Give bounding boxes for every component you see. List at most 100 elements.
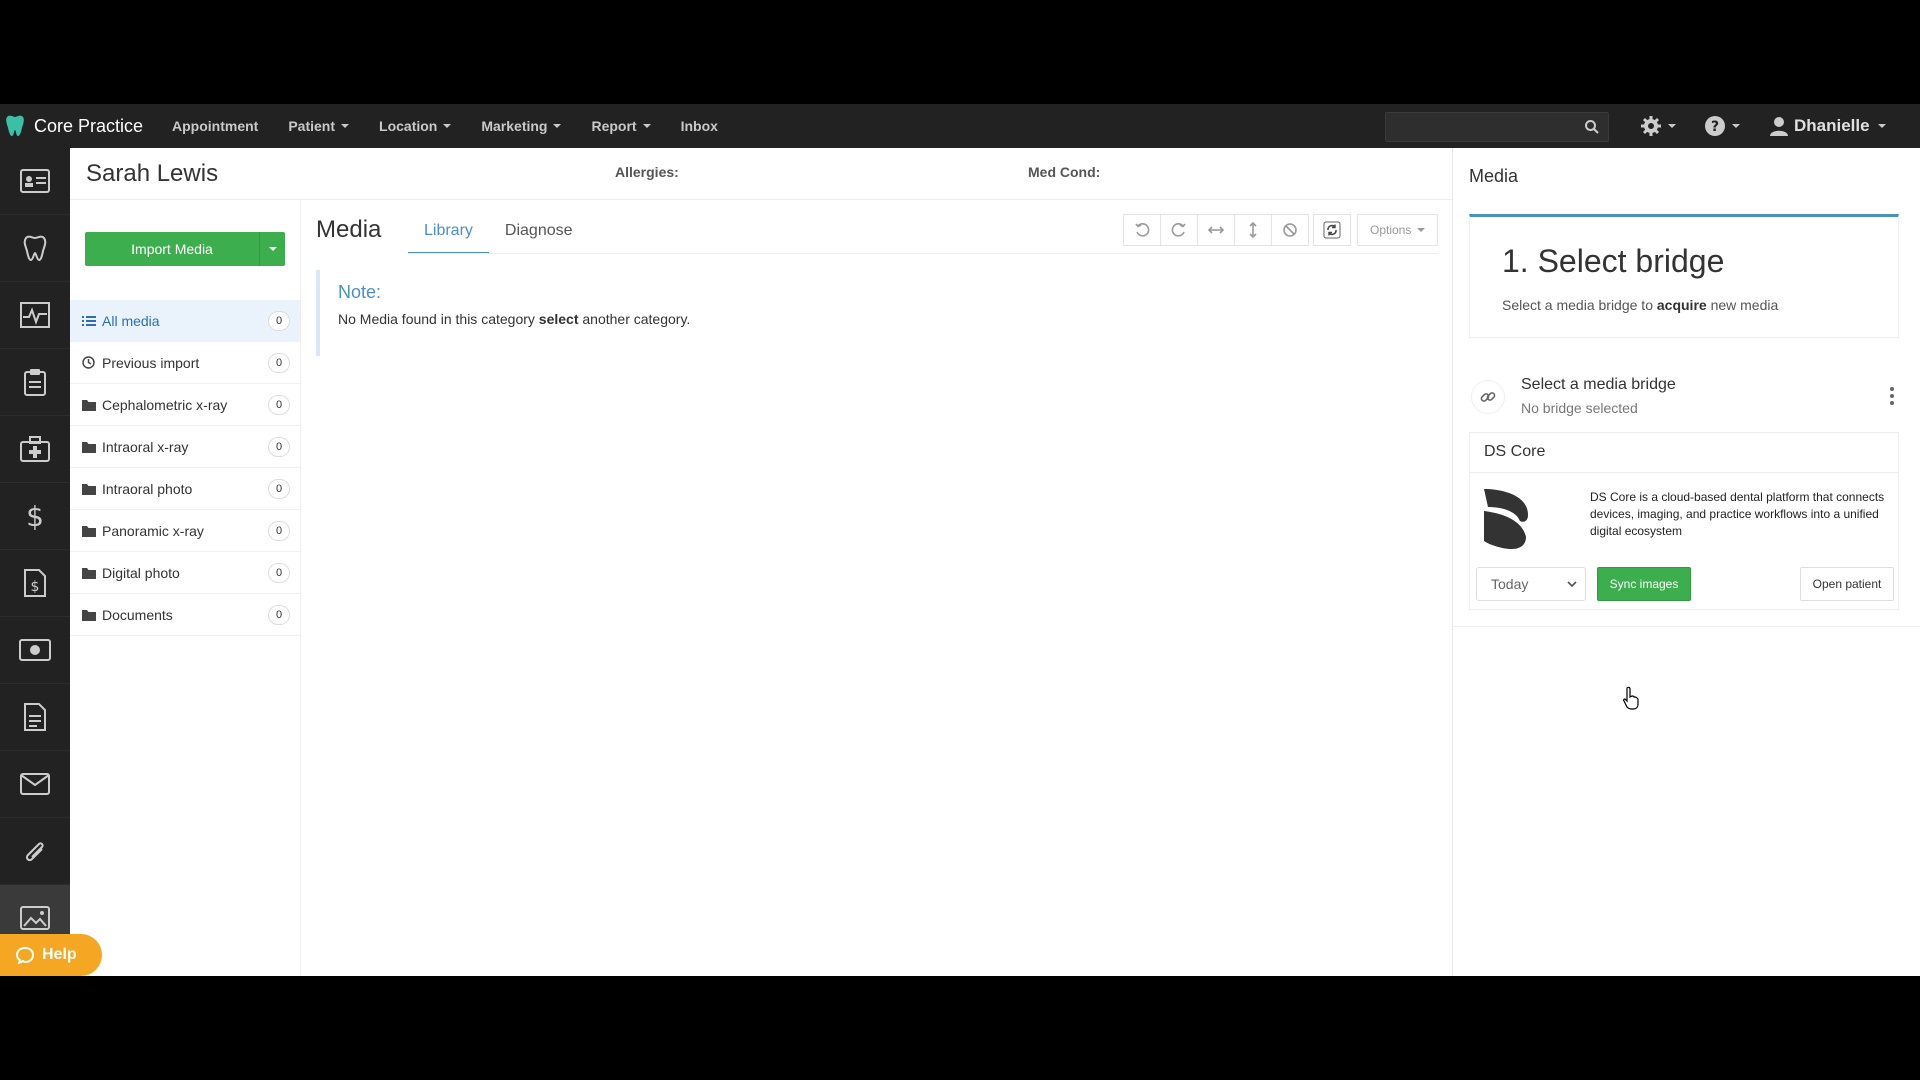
tooth-logo-icon	[6, 115, 24, 136]
patient-card-icon	[20, 169, 50, 193]
note-text-before: No Media found in this category	[338, 311, 539, 327]
ban-icon	[1283, 223, 1297, 237]
tooth-icon	[23, 235, 47, 262]
rail-billing[interactable]: $	[0, 483, 70, 550]
date-range-select[interactable]: Today	[1476, 567, 1586, 601]
invoice-icon: $	[24, 569, 46, 597]
rail-perio[interactable]	[0, 282, 70, 349]
nav-location[interactable]: Location	[379, 118, 452, 134]
brand[interactable]: Core Practice	[0, 114, 172, 138]
category-panel: Import Media All media 0 Previous import…	[70, 200, 301, 976]
count-badge: 0	[268, 311, 290, 331]
category-all-media[interactable]: All media 0	[70, 300, 300, 342]
import-media-dropdown[interactable]	[259, 232, 285, 266]
category-intraoral-photo[interactable]: Intraoral photo 0	[70, 468, 300, 510]
count-badge: 0	[268, 353, 290, 373]
svg-text:$: $	[26, 501, 44, 531]
chat-bubble-icon	[16, 946, 34, 964]
rotate-right-icon	[1171, 223, 1186, 237]
help-menu-button[interactable]: ?	[1704, 115, 1740, 137]
rail-attachments[interactable]	[0, 818, 70, 885]
nav-location-label: Location	[379, 118, 438, 134]
category-cephalometric[interactable]: Cephalometric x-ray 0	[70, 384, 300, 426]
bridge-link-button[interactable]	[1471, 380, 1505, 414]
bridge-selector[interactable]: Select a media bridge No bridge selected	[1469, 372, 1899, 428]
user-name: Dhanielle	[1794, 116, 1870, 135]
nav-inbox[interactable]: Inbox	[681, 118, 718, 134]
rail-documents[interactable]	[0, 684, 70, 751]
ds-core-title: DS Core	[1470, 433, 1898, 473]
svg-text:?: ?	[1711, 119, 1719, 135]
folder-icon	[82, 483, 96, 495]
nav-appointment[interactable]: Appointment	[172, 118, 258, 134]
patient-name[interactable]: Sarah Lewis	[86, 160, 218, 188]
rail-invoice[interactable]: $	[0, 550, 70, 617]
folder-icon	[82, 525, 96, 537]
rail-medical[interactable]	[0, 416, 70, 483]
caret-down-icon	[1417, 228, 1426, 232]
media-tabs: Library Diagnose	[408, 214, 589, 254]
patient-header: Sarah Lewis Allergies: Med Cond:	[70, 148, 1452, 200]
category-label: Cephalometric x-ray	[102, 396, 228, 413]
tabs-divider	[408, 253, 1438, 254]
options-dropdown[interactable]: Options	[1357, 214, 1439, 246]
category-label: All media	[102, 312, 160, 329]
ds-core-logo-icon	[1484, 489, 1528, 549]
rail-payments[interactable]	[0, 617, 70, 684]
category-panoramic[interactable]: Panoramic x-ray 0	[70, 510, 300, 552]
list-icon	[82, 315, 96, 326]
nav-right-controls: ? Dhanielle	[1640, 104, 1886, 148]
nav-report[interactable]: Report	[591, 118, 651, 134]
open-patient-button[interactable]: Open patient	[1800, 567, 1894, 601]
refresh-button[interactable]	[1313, 214, 1351, 246]
search-icon[interactable]	[1584, 119, 1600, 135]
rail-patient-card[interactable]	[0, 148, 70, 215]
arrows-vertical-icon	[1249, 222, 1257, 238]
flip-horizontal-button[interactable]	[1197, 214, 1235, 246]
flip-vertical-button[interactable]	[1234, 214, 1272, 246]
category-label: Intraoral x-ray	[102, 438, 189, 455]
tab-library[interactable]: Library	[408, 214, 489, 254]
rotate-left-icon	[1135, 223, 1150, 237]
import-media-button[interactable]: Import Media	[85, 232, 285, 266]
mouse-pointer-icon	[1622, 686, 1639, 710]
rail-chart[interactable]	[0, 215, 70, 282]
rail-treatment[interactable]	[0, 349, 70, 416]
caret-down-icon	[1732, 124, 1740, 128]
rotate-right-button[interactable]	[1160, 214, 1198, 246]
folder-icon	[82, 399, 96, 411]
note-text: No Media found in this category select a…	[338, 311, 1418, 327]
bridge-menu-button[interactable]	[1889, 386, 1895, 411]
chevron-down-icon	[1567, 581, 1577, 587]
count-badge: 0	[268, 563, 290, 583]
count-badge: 0	[268, 605, 290, 625]
brand-name: Core Practice	[34, 115, 144, 136]
category-digital-photo[interactable]: Digital photo 0	[70, 552, 300, 594]
rotate-left-button[interactable]	[1123, 214, 1161, 246]
category-label: Documents	[102, 606, 173, 623]
user-icon	[1770, 117, 1788, 136]
bridge-title: Select a media bridge	[1521, 376, 1676, 393]
count-badge: 0	[268, 521, 290, 541]
caret-down-icon	[553, 124, 562, 128]
refresh-icon	[1323, 221, 1341, 239]
category-label: Panoramic x-ray	[102, 522, 204, 539]
sync-images-button[interactable]: Sync images	[1597, 567, 1691, 601]
search-input[interactable]	[1385, 112, 1609, 142]
category-previous-import[interactable]: Previous import 0	[70, 342, 300, 384]
nav-marketing[interactable]: Marketing	[481, 118, 562, 134]
nav-appointment-label: Appointment	[172, 118, 259, 134]
caret-down-icon	[341, 124, 350, 128]
payment-icon	[19, 639, 51, 661]
nav-patient[interactable]: Patient	[288, 118, 350, 134]
rail-messages[interactable]	[0, 751, 70, 818]
clear-button[interactable]	[1271, 214, 1309, 246]
tab-diagnose[interactable]: Diagnose	[489, 214, 589, 254]
chart-pulse-icon	[20, 302, 50, 328]
category-intraoral-xray[interactable]: Intraoral x-ray 0	[70, 426, 300, 468]
category-documents[interactable]: Documents 0	[70, 594, 300, 636]
document-icon	[24, 703, 46, 731]
main-menu: Appointment Patient Location Marketing R…	[172, 118, 748, 134]
user-menu[interactable]: Dhanielle	[1768, 115, 1886, 137]
settings-button[interactable]	[1640, 115, 1676, 137]
